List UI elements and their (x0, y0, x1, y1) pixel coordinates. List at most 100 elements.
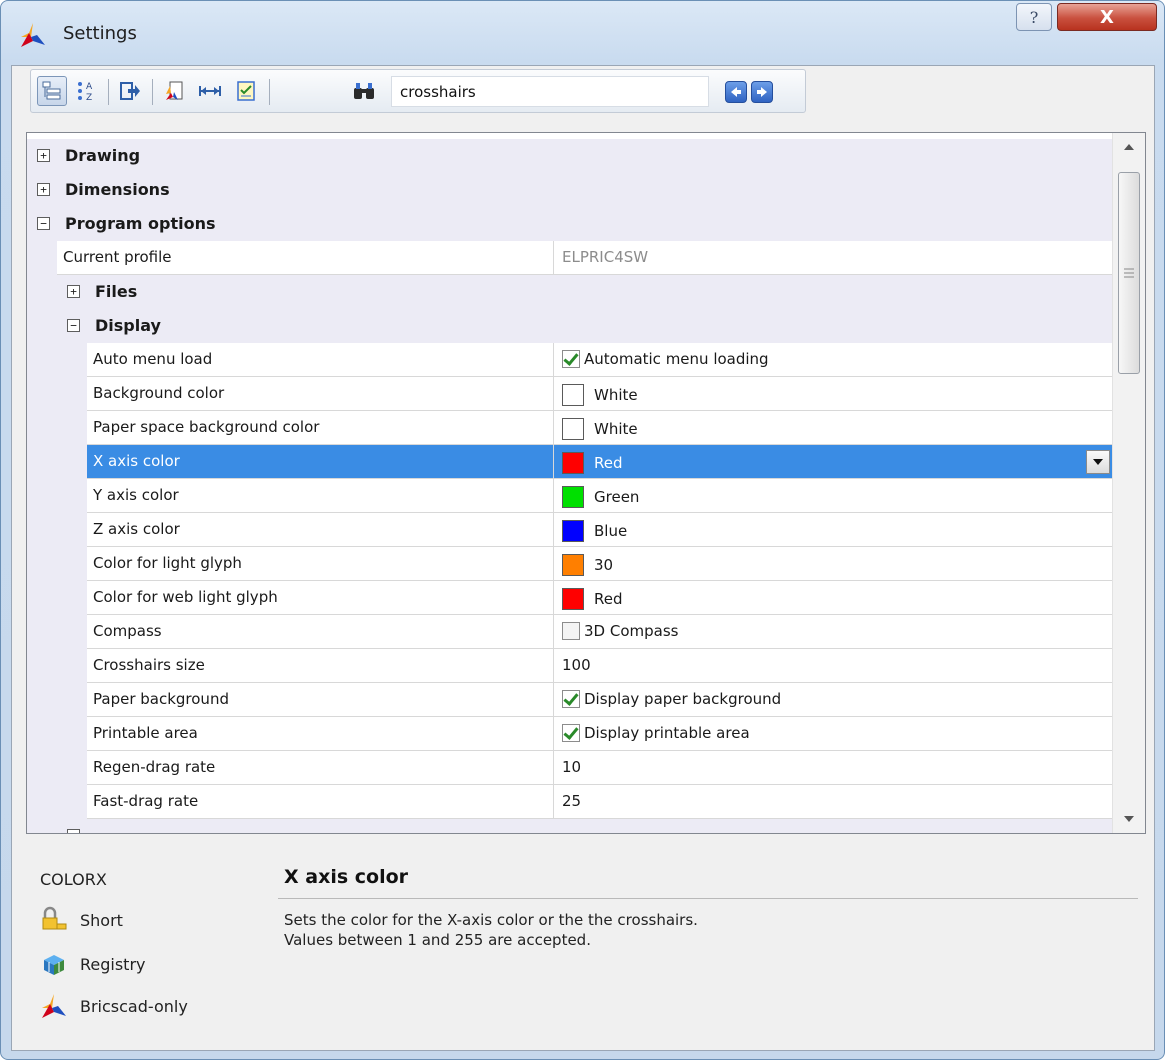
collapse-icon[interactable]: − (37, 217, 50, 230)
search-input[interactable] (391, 76, 709, 107)
bricscad-only-indicator: Bricscad-only (40, 992, 188, 1020)
property-name: Printable area (87, 717, 554, 750)
property-value-text: 30 (594, 556, 614, 574)
category-next-partial[interactable]: + (27, 819, 1112, 833)
registry-indicator: Registry (40, 950, 146, 978)
property-row[interactable]: Background color White (27, 377, 1112, 411)
settings-window: Settings ? X A Z crosshairs + Drawing + … (0, 0, 1165, 1060)
property-value[interactable]: 10 (554, 751, 1112, 784)
checkbox[interactable] (562, 724, 580, 742)
width-arrows-icon (199, 86, 221, 96)
arrow-right-icon (757, 87, 767, 97)
dropdown-arrow-icon[interactable] (1086, 450, 1110, 474)
collapse-icon[interactable]: − (67, 319, 80, 332)
bricscad-app-icon (21, 23, 45, 47)
property-row[interactable]: Printable area Display printable area (27, 717, 1112, 751)
color-swatch (562, 486, 584, 508)
property-row[interactable]: Z axis color Blue (27, 513, 1112, 547)
bricscad-only-label: Bricscad-only (80, 996, 188, 1016)
property-row[interactable]: Crosshairs size 100 (27, 649, 1112, 683)
property-value[interactable]: 100 (554, 649, 1112, 682)
next-result-button[interactable] (751, 81, 773, 103)
export-button[interactable] (115, 76, 145, 106)
property-name: Auto menu load (87, 343, 554, 376)
property-value[interactable]: Blue (554, 513, 1112, 546)
alphabetical-sort-button[interactable]: A Z (71, 76, 101, 106)
arrow-left-icon (731, 87, 741, 97)
property-name: Color for light glyph (87, 547, 554, 580)
property-value[interactable]: Red (554, 581, 1112, 614)
color-swatch (562, 384, 584, 406)
property-row[interactable]: Compass 3D Compass (27, 615, 1112, 649)
property-value[interactable]: 30 (554, 547, 1112, 580)
property-value-text: 3D Compass (584, 622, 679, 640)
checkbox[interactable] (562, 690, 580, 708)
property-row[interactable]: Color for web light glyph Red (27, 581, 1112, 615)
binoculars-icon (354, 83, 374, 99)
expand-icon[interactable]: + (67, 829, 80, 833)
property-row[interactable]: Fast-drag rate 25 (27, 785, 1112, 819)
expand-icon[interactable]: + (37, 149, 50, 162)
description-pane: COLORX Short Registry Bricscad-only X ax… (26, 846, 1146, 1046)
property-value[interactable]: Display printable area (554, 717, 1112, 750)
color-swatch (562, 554, 584, 576)
property-row-current-profile[interactable]: Current profile ELPRIC4SW (27, 241, 1112, 275)
property-value[interactable]: Green (554, 479, 1112, 512)
property-value-text: Display paper background (584, 690, 782, 708)
column-width-button[interactable] (195, 76, 225, 106)
property-value[interactable]: 25 (554, 785, 1112, 818)
property-value[interactable]: 3D Compass (554, 615, 1112, 648)
property-value-text: Green (594, 488, 640, 506)
category-files[interactable]: + Files (27, 275, 1112, 309)
category-drawing[interactable]: + Drawing (27, 139, 1112, 173)
description-title: X axis color (284, 866, 409, 888)
property-value[interactable]: White (554, 377, 1112, 410)
category-dimensions[interactable]: + Dimensions (27, 173, 1112, 207)
property-value: ELPRIC4SW (562, 248, 649, 266)
help-button[interactable]: ? (1016, 3, 1052, 31)
category-label: Program options (65, 214, 216, 233)
category-label: Drawing (65, 146, 141, 165)
property-value-text: Blue (594, 522, 628, 540)
property-value-text: White (594, 386, 638, 404)
property-value-text: White (594, 420, 638, 438)
category-program-options[interactable]: − Program options (27, 207, 1112, 241)
previous-result-button[interactable] (725, 81, 747, 103)
checklist-icon (237, 81, 255, 101)
property-row[interactable]: Auto menu load Automatic menu loading (27, 343, 1112, 377)
property-row[interactable]: Regen-drag rate 10 (27, 751, 1112, 785)
property-row[interactable]: X axis color Red (27, 445, 1112, 479)
close-button[interactable]: X (1057, 3, 1157, 31)
checklist-button[interactable] (231, 76, 261, 106)
registry-icon (44, 955, 64, 975)
description-text: Sets the color for the X-axis color or t… (284, 911, 698, 949)
property-value[interactable]: Red (554, 445, 1112, 478)
property-row[interactable]: Y axis color Green (27, 479, 1112, 513)
profile-button[interactable] (159, 76, 189, 106)
property-row[interactable]: Paper space background color White (27, 411, 1112, 445)
property-value-text: Display printable area (584, 724, 750, 742)
find-button[interactable] (349, 76, 379, 106)
categorized-view-button[interactable] (37, 76, 67, 106)
property-value[interactable]: Automatic menu loading (554, 343, 1112, 376)
vertical-scrollbar[interactable] (1112, 133, 1145, 833)
checkbox[interactable] (562, 350, 580, 368)
property-value[interactable]: Display paper background (554, 683, 1112, 716)
property-value[interactable]: White (554, 411, 1112, 444)
color-swatch (562, 520, 584, 542)
category-label: Display (95, 316, 161, 335)
category-label: Files (95, 282, 138, 301)
scrollbar-thumb[interactable] (1118, 172, 1140, 374)
property-value-text: 100 (562, 656, 591, 674)
category-display[interactable]: − Display (27, 309, 1112, 343)
property-row[interactable]: Color for light glyph 30 (27, 547, 1112, 581)
expand-icon[interactable]: + (37, 183, 50, 196)
expand-icon[interactable]: + (67, 285, 80, 298)
color-swatch (562, 452, 584, 474)
checkbox[interactable] (562, 622, 580, 640)
scroll-up-arrow-icon[interactable] (1113, 133, 1145, 161)
scroll-down-arrow-icon[interactable] (1113, 805, 1145, 833)
property-name: Y axis color (87, 479, 554, 512)
property-row[interactable]: Paper background Display paper background (27, 683, 1112, 717)
short-indicator: Short (40, 906, 123, 934)
